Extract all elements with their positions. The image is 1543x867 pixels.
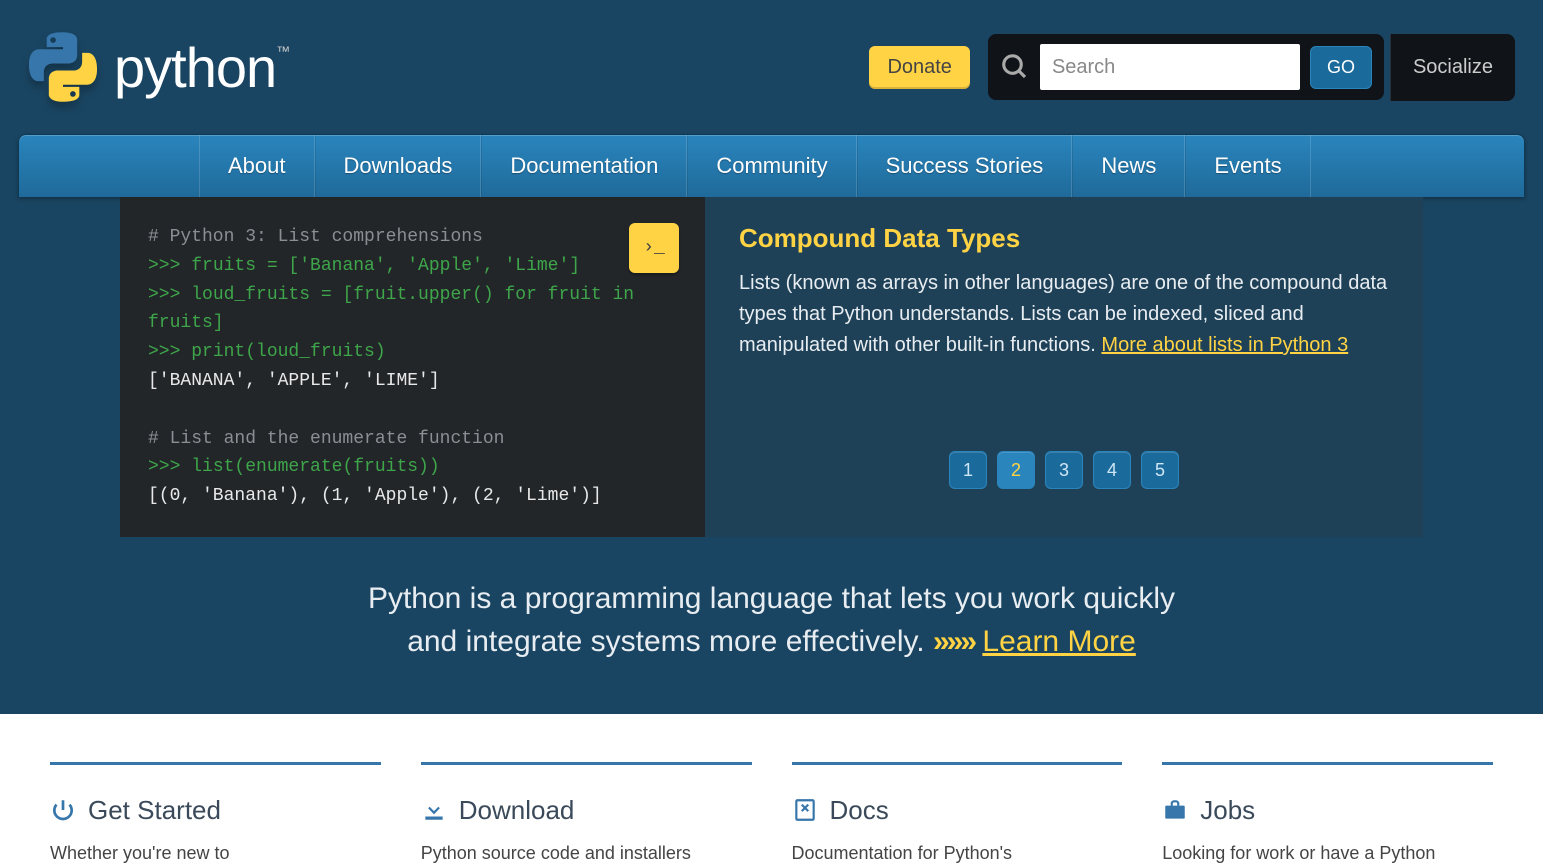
col-title: Download bbox=[459, 795, 575, 826]
pager-2[interactable]: 2 bbox=[997, 451, 1035, 489]
col-get-started: Get Started Whether you're new to bbox=[50, 762, 381, 867]
search-input[interactable] bbox=[1040, 44, 1300, 90]
info-columns: Get Started Whether you're new to Downlo… bbox=[0, 714, 1543, 867]
col-title: Jobs bbox=[1200, 795, 1255, 826]
learn-more-link[interactable]: Learn More bbox=[982, 625, 1135, 658]
launch-shell-button[interactable]: ›_ bbox=[629, 223, 679, 273]
desc-title: Compound Data Types bbox=[739, 223, 1389, 254]
pager-1[interactable]: 1 bbox=[949, 451, 987, 489]
search-icon bbox=[1000, 52, 1030, 82]
docs-icon bbox=[792, 797, 818, 823]
nav-about[interactable]: About bbox=[199, 135, 315, 197]
nav-events[interactable]: Events bbox=[1185, 135, 1310, 197]
col-title: Docs bbox=[830, 795, 889, 826]
header: python™ Donate GO Socialize bbox=[0, 0, 1543, 134]
logo-text: python™ bbox=[114, 35, 276, 100]
go-button[interactable]: GO bbox=[1310, 46, 1372, 89]
tagline: Python is a programming language that le… bbox=[0, 537, 1543, 714]
power-icon bbox=[50, 797, 76, 823]
main-nav: About Downloads Documentation Community … bbox=[18, 134, 1525, 197]
hero: ›_ # Python 3: List comprehensions >>> f… bbox=[120, 197, 1423, 537]
col-title: Get Started bbox=[88, 795, 221, 826]
desc-link[interactable]: More about lists in Python 3 bbox=[1101, 334, 1348, 356]
code-panel: ›_ # Python 3: List comprehensions >>> f… bbox=[120, 197, 705, 537]
col-download: Download Python source code and installe… bbox=[421, 762, 752, 867]
pager-5[interactable]: 5 bbox=[1141, 451, 1179, 489]
col-docs: Docs Documentation for Python's bbox=[792, 762, 1123, 867]
col-text: Documentation for Python's bbox=[792, 840, 1123, 867]
nav-news[interactable]: News bbox=[1072, 135, 1185, 197]
socialize-link[interactable]: Socialize bbox=[1390, 34, 1515, 101]
donate-button[interactable]: Donate bbox=[869, 46, 970, 89]
desc-text: Lists (known as arrays in other language… bbox=[739, 268, 1389, 361]
col-jobs: Jobs Looking for work or have a Python bbox=[1162, 762, 1493, 867]
pager-4[interactable]: 4 bbox=[1093, 451, 1131, 489]
python-logo-icon bbox=[24, 28, 102, 106]
col-text: Whether you're new to bbox=[50, 840, 381, 867]
download-icon bbox=[421, 797, 447, 823]
col-text: Python source code and installers bbox=[421, 840, 752, 867]
nav-community[interactable]: Community bbox=[687, 135, 856, 197]
nav-downloads[interactable]: Downloads bbox=[315, 135, 482, 197]
pager-3[interactable]: 3 bbox=[1045, 451, 1083, 489]
col-text: Looking for work or have a Python bbox=[1162, 840, 1493, 867]
pager: 1 2 3 4 5 bbox=[739, 451, 1389, 489]
search-bar: GO bbox=[988, 34, 1384, 100]
description-panel: Compound Data Types Lists (known as arra… bbox=[705, 197, 1423, 537]
logo[interactable]: python™ bbox=[24, 28, 276, 106]
nav-documentation[interactable]: Documentation bbox=[481, 135, 687, 197]
code-sample: # Python 3: List comprehensions >>> frui… bbox=[148, 223, 677, 511]
briefcase-icon bbox=[1162, 797, 1188, 823]
nav-success-stories[interactable]: Success Stories bbox=[857, 135, 1073, 197]
